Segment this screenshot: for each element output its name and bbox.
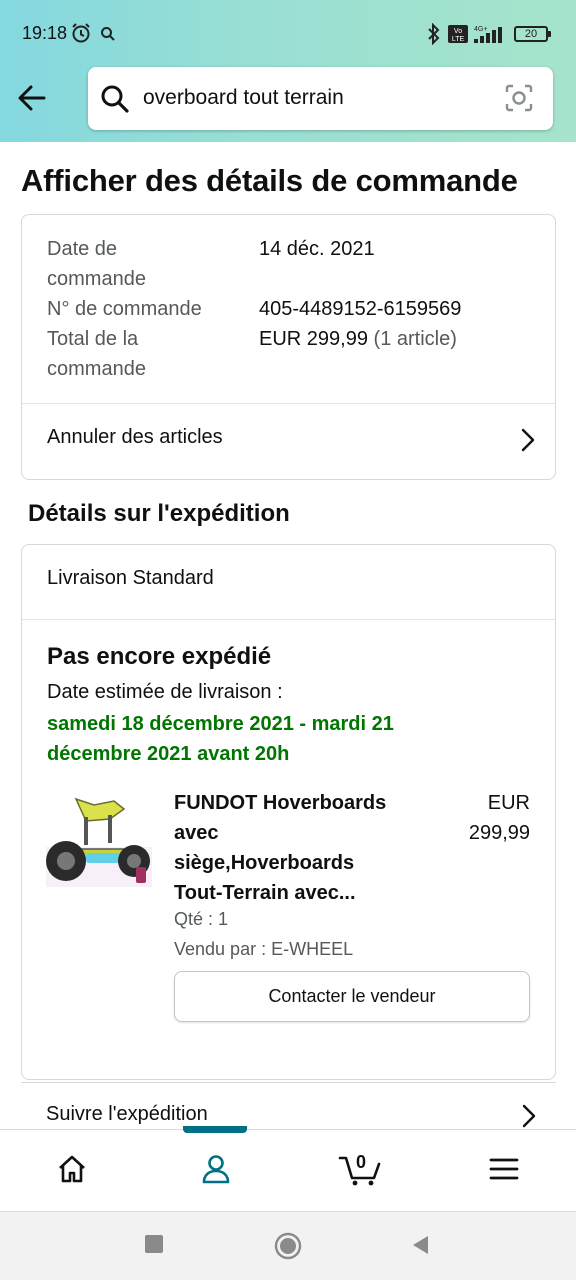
estimated-delivery-date: samedi 18 décembre 2021 - mardi 21 décem… — [47, 713, 394, 765]
product-title-link[interactable]: FUNDOT Hoverboards avec siège,Hoverboard… — [174, 788, 414, 908]
bottom-nav: 0 — [0, 1126, 576, 1212]
track-shipment-label: Suivre l'expédition — [46, 1103, 208, 1125]
nav-menu[interactable] — [432, 1130, 576, 1212]
camera-scan-icon[interactable] — [504, 83, 534, 118]
product-title-line: FUNDOT Hoverboards — [174, 792, 387, 814]
search-bar[interactable] — [88, 67, 553, 130]
product-title-line: avec — [174, 822, 219, 844]
order-number-value: 405-4489152-6159569 — [259, 298, 462, 320]
bluetooth-icon — [426, 22, 442, 50]
shipping-method: Livraison Standard — [47, 567, 214, 589]
svg-text:LTE: LTE — [452, 36, 465, 43]
product-quantity: Qté : 1 — [174, 909, 229, 929]
shipping-section-title: Détails sur l'expédition — [28, 500, 290, 527]
account-icon — [202, 1155, 230, 1184]
svg-text:4G+: 4G+ — [474, 26, 487, 33]
product-seller: Vendu par : E-WHEEL — [174, 939, 354, 959]
page-title: Afficher des détails de commande — [21, 163, 518, 198]
price-currency: EUR — [487, 792, 530, 814]
volte-icon: Vo LTE — [448, 25, 468, 48]
back-arrow-icon — [18, 85, 46, 111]
nav-account[interactable] — [144, 1130, 288, 1212]
order-total-amount: EUR 299,99 — [259, 328, 368, 350]
order-summary-card: Date de commande 14 déc. 2021 N° de comm… — [21, 214, 556, 480]
status-time: 19:18 — [22, 23, 68, 43]
shipment-card: Livraison Standard Pas encore expédié Da… — [21, 544, 556, 1080]
price-value: 299,99 — [468, 822, 530, 844]
search-icon[interactable] — [100, 84, 130, 119]
order-date-label-line1: Date de — [47, 238, 118, 260]
svg-text:Vo: Vo — [454, 28, 462, 35]
order-total-label-line2: commande — [47, 358, 146, 380]
search-small-icon — [100, 26, 116, 47]
cancel-items-link[interactable]: Annuler des articles — [22, 404, 555, 480]
track-shipment-link[interactable]: Suivre l'expédition — [21, 1082, 556, 1130]
order-number-label: N° de commande — [47, 298, 202, 320]
status-bar: 19:18 Vo LTE 4G+ 20 — [0, 0, 576, 66]
cart-count-badge: 0 — [356, 1152, 367, 1172]
home-button-icon[interactable] — [274, 1232, 302, 1265]
order-total-value: EUR 299,99 (1 article) — [259, 324, 457, 354]
product-title-line: Tout-Terrain avec... — [174, 882, 356, 904]
order-date-value: 14 déc. 2021 — [259, 238, 375, 260]
menu-icon — [489, 1158, 519, 1180]
divider — [22, 619, 555, 620]
app-header: 19:18 Vo LTE 4G+ 20 — [0, 0, 576, 142]
battery-indicator: 20 — [514, 26, 551, 42]
order-item-count: (1 article) — [373, 328, 457, 350]
shipment-status: Pas encore expédié — [47, 643, 272, 670]
cancel-items-label: Annuler des articles — [47, 426, 223, 448]
product-price: EUR 299,99 — [437, 788, 530, 848]
chevron-right-icon — [522, 1104, 536, 1130]
product-image[interactable] — [46, 787, 152, 891]
back-system-icon[interactable] — [410, 1234, 430, 1261]
chevron-right-icon — [521, 428, 535, 457]
product-title-line: siège,Hoverboards — [174, 852, 355, 874]
back-button[interactable] — [14, 80, 50, 116]
system-navigation-bar — [0, 1211, 576, 1280]
order-date-label-line2: commande — [47, 268, 146, 290]
search-input[interactable] — [143, 79, 483, 117]
estimated-delivery-label: Date estimée de livraison : — [47, 681, 283, 703]
4g-signal-icon: 4G+ — [472, 23, 508, 50]
nav-home[interactable] — [0, 1130, 144, 1212]
alarm-icon — [70, 22, 92, 49]
home-icon — [59, 1155, 85, 1183]
order-total-label-line1: Total de la — [47, 328, 139, 350]
recent-apps-icon[interactable] — [144, 1234, 164, 1259]
contact-seller-button[interactable]: Contacter le vendeur — [174, 971, 530, 1022]
